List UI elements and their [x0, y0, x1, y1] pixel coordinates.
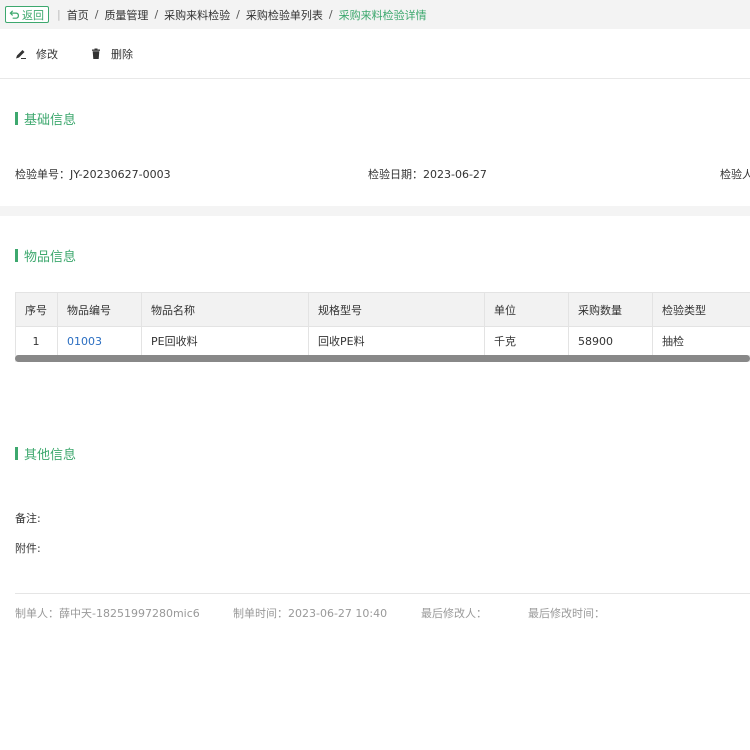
- remark-label: 备注:: [15, 512, 41, 525]
- back-button-label: 返回: [22, 8, 44, 22]
- section-other-info: 其他信息: [15, 444, 76, 463]
- items-table-container: 序号 物品编号 物品名称 规格型号 单位 采购数量 检验类型 1 01003 P…: [15, 292, 750, 363]
- cell-unit: 千克: [484, 326, 569, 356]
- inspection-number-label: 检验单号：: [15, 168, 70, 181]
- inspection-date-value: 2023-06-27: [423, 168, 487, 181]
- breadcrumb-quality[interactable]: 质量管理: [104, 7, 148, 23]
- breadcrumb-current: 采购来料检验详情: [338, 8, 427, 22]
- remark-field: 备注:: [15, 510, 41, 526]
- attachment-field: 附件:: [15, 540, 41, 556]
- breadcrumb-incoming-inspection[interactable]: 采购来料检验: [164, 7, 230, 23]
- section-item-info-title: 物品信息: [24, 250, 77, 265]
- inspection-date-label: 检验日期：: [368, 168, 423, 181]
- table-horizontal-scrollbar[interactable]: [15, 355, 750, 362]
- inspector-field: 检验人: [720, 166, 750, 182]
- breadcrumb-divider: |: [57, 8, 61, 21]
- breadcrumb-bar: 返回 | 首页 / 质量管理 / 采购来料检验 / 采购检验单列表 / 采购来料…: [0, 0, 750, 29]
- creator-label: 制单人：: [15, 607, 59, 620]
- last-modified-time-label: 最后修改时间：: [528, 607, 605, 620]
- created-time-label: 制单时间：: [233, 607, 288, 620]
- section-basic-info-title: 基础信息: [24, 113, 77, 128]
- cell-quantity: 58900: [568, 326, 653, 356]
- section-basic-info: 基础信息: [15, 109, 76, 128]
- column-header-index: 序号: [15, 292, 58, 327]
- column-header-item-code: 物品编号: [57, 292, 142, 327]
- section-item-info: 物品信息: [15, 246, 76, 265]
- column-header-inspection-type: 检验类型: [652, 292, 750, 327]
- breadcrumb-home[interactable]: 首页: [67, 7, 89, 23]
- column-header-quantity: 采购数量: [568, 292, 653, 327]
- inspection-date-field: 检验日期：2023-06-27: [368, 166, 487, 182]
- section-other-info-title: 其他信息: [24, 448, 77, 463]
- scrollbar-thumb[interactable]: [15, 355, 750, 362]
- last-modifier-label: 最后修改人：: [421, 607, 487, 620]
- last-modified-time-field: 最后修改时间：: [528, 605, 605, 621]
- section-accent-bar: [15, 447, 18, 460]
- attachment-label: 附件:: [15, 542, 41, 555]
- created-time-value: 2023-06-27 10:40: [288, 607, 388, 620]
- item-code-link[interactable]: 01003: [67, 335, 102, 348]
- section-accent-bar: [15, 249, 18, 262]
- section-accent-bar: [15, 112, 18, 125]
- table-row: 1 01003 PE回收料 回收PE料 千克 58900 抽检: [15, 326, 750, 356]
- toolbar: 修改 删除: [0, 29, 750, 79]
- cell-index: 1: [15, 326, 58, 356]
- delete-button-label: 删除: [111, 47, 133, 61]
- column-header-spec: 规格型号: [308, 292, 485, 327]
- creator-value: 薛中天-18251997280mic6: [59, 607, 200, 620]
- breadcrumb-inspection-list[interactable]: 采购检验单列表: [246, 7, 323, 23]
- footer-divider: [15, 593, 750, 594]
- creator-field: 制单人：薛中天-18251997280mic6: [15, 605, 200, 621]
- breadcrumb-separator: /: [328, 8, 333, 21]
- back-button[interactable]: 返回: [5, 6, 49, 23]
- inspection-number-value: JY-20230627-0003: [70, 168, 171, 181]
- edit-pen-icon: [16, 49, 26, 59]
- cell-spec: 回收PE料: [308, 326, 485, 356]
- cell-inspection-type: 抽检: [652, 326, 750, 356]
- cell-item-name: PE回收料: [141, 326, 309, 356]
- edit-button-label: 修改: [36, 47, 58, 61]
- breadcrumb-separator: /: [94, 8, 99, 21]
- breadcrumb-separator: /: [154, 8, 159, 21]
- last-modifier-field: 最后修改人：: [421, 605, 487, 621]
- cell-item-code: 01003: [57, 326, 142, 356]
- breadcrumb-separator: /: [236, 8, 240, 21]
- return-arrow-icon: [9, 10, 19, 19]
- delete-button[interactable]: 删除: [90, 46, 133, 62]
- section-divider-band: [0, 206, 750, 216]
- column-header-unit: 单位: [484, 292, 569, 327]
- inspector-label: 检验人: [720, 168, 750, 181]
- items-table: 序号 物品编号 物品名称 规格型号 单位 采购数量 检验类型 1 01003 P…: [15, 292, 750, 356]
- created-time-field: 制单时间：2023-06-27 10:40: [233, 605, 387, 621]
- column-header-item-name: 物品名称: [141, 292, 309, 327]
- edit-button[interactable]: 修改: [15, 46, 58, 62]
- table-header-row: 序号 物品编号 物品名称 规格型号 单位 采购数量 检验类型: [15, 292, 750, 327]
- trash-icon: [92, 48, 100, 59]
- inspection-number-field: 检验单号：JY-20230627-0003: [15, 166, 171, 182]
